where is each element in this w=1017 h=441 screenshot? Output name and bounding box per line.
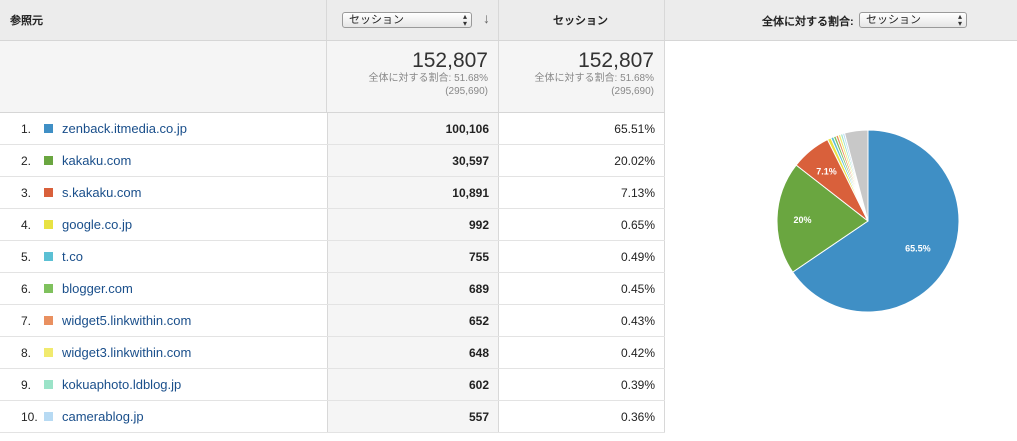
sort-descending-icon[interactable]: ↓ <box>483 10 490 26</box>
totals-primary: 152,807 全体に対する割合: 51.68% (295,690) <box>327 41 499 112</box>
table-row: 9. kokuaphoto.ldblog.jp 602 0.39% <box>0 369 665 401</box>
row-index: 9. <box>21 378 32 392</box>
sessions-value: 557 <box>327 401 499 432</box>
row-index: 8. <box>21 346 32 360</box>
percent-value: 0.65% <box>499 209 665 240</box>
pie-slice-label: 20% <box>794 215 812 225</box>
series-swatch <box>44 188 53 197</box>
percent-value: 0.36% <box>499 401 665 432</box>
row-index: 2. <box>21 154 32 168</box>
pie-slice-label: 65.5% <box>905 243 931 253</box>
table-row: 5. t.co 755 0.49% <box>0 241 665 273</box>
row-index: 6. <box>21 282 32 296</box>
referrer-link[interactable]: google.co.jp <box>62 217 132 232</box>
select-arrows-icon: ▴ ▾ <box>957 12 962 28</box>
referrer-link[interactable]: zenback.itmedia.co.jp <box>62 121 187 136</box>
series-swatch <box>44 380 53 389</box>
referrer-link[interactable]: kokuaphoto.ldblog.jp <box>62 377 181 392</box>
total-value: 152,807 <box>578 49 654 72</box>
total-ratio: 全体に対する割合: 51.68% <box>368 73 488 84</box>
referrer-link[interactable]: widget3.linkwithin.com <box>62 345 191 360</box>
totals-label-cell <box>0 41 327 112</box>
referrer-link[interactable]: kakaku.com <box>62 153 131 168</box>
data-rows: 1. zenback.itmedia.co.jp 100,106 65.51% … <box>0 113 665 433</box>
row-index: 10. <box>21 410 38 424</box>
series-swatch <box>44 124 53 133</box>
total-ratio: 全体に対する割合: 51.68% <box>534 73 654 84</box>
total-value: 152,807 <box>412 49 488 72</box>
percent-value: 20.02% <box>499 145 665 176</box>
sessions-value: 652 <box>327 305 499 336</box>
referrer-link[interactable]: t.co <box>62 249 83 264</box>
ratio-label: 全体に対する割合: <box>762 16 854 28</box>
total-overall: (295,690) <box>445 86 488 97</box>
percent-value: 0.39% <box>499 369 665 400</box>
metric-column-header: セッション ▴ ▾ ↓ <box>327 0 499 40</box>
table-row: 2. kakaku.com 30,597 20.02% <box>0 145 665 177</box>
metric-select[interactable]: セッション ▴ ▾ <box>342 12 472 28</box>
percent-value: 65.51% <box>499 113 665 144</box>
sessions-label: セッション <box>553 15 608 27</box>
sessions-value: 602 <box>327 369 499 400</box>
totals-secondary: 152,807 全体に対する割合: 51.68% (295,690) <box>499 41 665 112</box>
pie-metric-select[interactable]: セッション ▴ ▾ <box>859 12 967 28</box>
sessions-value: 689 <box>327 273 499 304</box>
pie-column-header: 全体に対する割合: セッション ▴ ▾ <box>665 0 1017 40</box>
referrer-link[interactable]: widget5.linkwithin.com <box>62 313 191 328</box>
series-swatch <box>44 412 53 421</box>
table-row: 4. google.co.jp 992 0.65% <box>0 209 665 241</box>
total-overall: (295,690) <box>611 86 654 97</box>
table-row: 3. s.kakaku.com 10,891 7.13% <box>0 177 665 209</box>
table-row: 1. zenback.itmedia.co.jp 100,106 65.51% <box>0 113 665 145</box>
table-row: 10. camerablog.jp 557 0.36% <box>0 401 665 433</box>
totals-row: 152,807 全体に対する割合: 51.68% (295,690) 152,8… <box>0 41 665 113</box>
metric-select-value: セッション <box>349 14 404 26</box>
series-swatch <box>44 348 53 357</box>
pie-slice-label: 7.1% <box>816 166 837 176</box>
pie-select-value: セッション <box>866 14 921 26</box>
percent-value: 7.13% <box>499 177 665 208</box>
table-row: 6. blogger.com 689 0.45% <box>0 273 665 305</box>
referrer-link[interactable]: blogger.com <box>62 281 133 296</box>
series-swatch <box>44 252 53 261</box>
row-index: 5. <box>21 250 32 264</box>
percent-value: 0.45% <box>499 273 665 304</box>
row-index: 3. <box>21 186 32 200</box>
sessions-column-header[interactable]: セッション <box>499 0 665 40</box>
row-index: 7. <box>21 314 32 328</box>
table-row: 8. widget3.linkwithin.com 648 0.42% <box>0 337 665 369</box>
series-swatch <box>44 316 53 325</box>
sessions-value: 30,597 <box>327 145 499 176</box>
referrer-label: 参照元 <box>10 15 43 27</box>
sessions-value: 100,106 <box>327 113 499 144</box>
percent-value: 0.49% <box>499 241 665 272</box>
sessions-value: 10,891 <box>327 177 499 208</box>
row-index: 1. <box>21 122 32 136</box>
referrer-link[interactable]: s.kakaku.com <box>62 185 141 200</box>
series-swatch <box>44 220 53 229</box>
referrer-column-header[interactable]: 参照元 <box>0 0 327 40</box>
sessions-value: 648 <box>327 337 499 368</box>
sessions-value: 992 <box>327 209 499 240</box>
sessions-value: 755 <box>327 241 499 272</box>
table-row: 7. widget5.linkwithin.com 652 0.43% <box>0 305 665 337</box>
select-arrows-icon: ▴ ▾ <box>462 12 467 28</box>
pie-chart-area: 65.5% 20% 7.1% <box>665 41 1017 441</box>
report-table: 参照元 セッション ▴ ▾ ↓ セッション 全体に対する割合: セッション ▴ ▾ … <box>0 0 1017 441</box>
percent-value: 0.43% <box>499 305 665 336</box>
series-swatch <box>44 156 53 165</box>
series-swatch <box>44 284 53 293</box>
percent-value: 0.42% <box>499 337 665 368</box>
table-header: 参照元 セッション ▴ ▾ ↓ セッション 全体に対する割合: セッション ▴ ▾ <box>0 0 1017 41</box>
row-index: 4. <box>21 218 32 232</box>
pie-chart: 65.5% 20% 7.1% <box>776 129 960 313</box>
referrer-link[interactable]: camerablog.jp <box>62 409 144 424</box>
